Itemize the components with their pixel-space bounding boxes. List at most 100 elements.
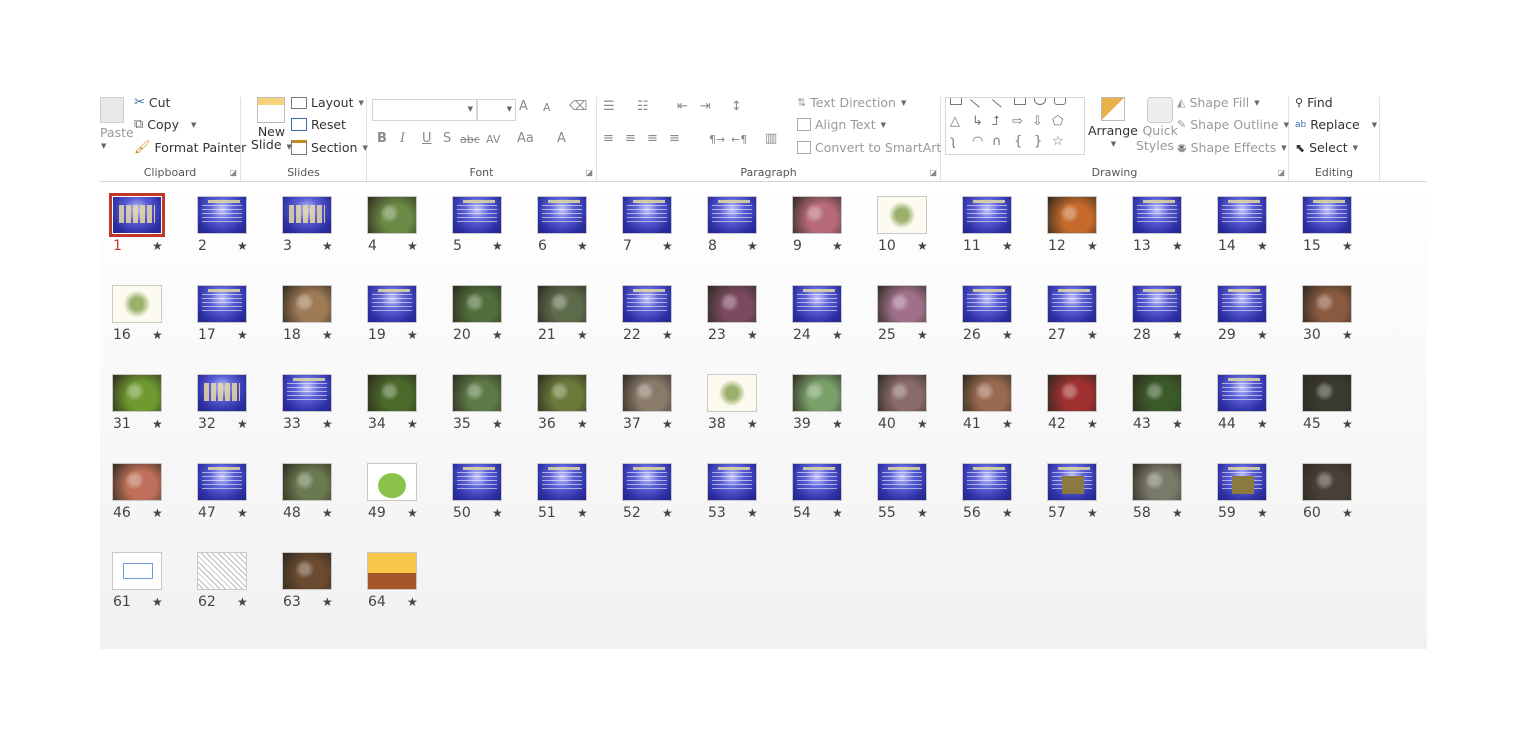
slide-thumbnail-cell[interactable]: 26 ★ xyxy=(950,271,1020,343)
slide-thumbnail-cell[interactable]: 31 ★ xyxy=(100,360,170,432)
transition-star-icon[interactable]: ★ xyxy=(492,506,503,520)
transition-star-icon[interactable]: ★ xyxy=(237,239,248,253)
transition-star-icon[interactable]: ★ xyxy=(152,506,163,520)
slide-thumbnail-cell[interactable]: 23 ★ xyxy=(695,271,765,343)
slide-thumbnail-cell[interactable]: 22 ★ xyxy=(610,271,680,343)
transition-star-icon[interactable]: ★ xyxy=(1172,328,1183,342)
slide-thumbnail-cell[interactable]: 25 ★ xyxy=(865,271,935,343)
rtl-icon[interactable]: ←¶ xyxy=(731,133,747,146)
align-right-icon[interactable]: ≡ xyxy=(647,131,658,146)
italic-button[interactable]: I xyxy=(400,131,405,146)
transition-star-icon[interactable]: ★ xyxy=(1342,417,1353,431)
transition-star-icon[interactable]: ★ xyxy=(1172,417,1183,431)
numbering-icon[interactable]: ☷ xyxy=(637,99,649,114)
transition-star-icon[interactable]: ★ xyxy=(492,417,503,431)
slide-thumbnail-cell[interactable]: 35 ★ xyxy=(440,360,510,432)
paragraph-dialog-launcher-icon[interactable]: ◪ xyxy=(929,168,937,177)
transition-star-icon[interactable]: ★ xyxy=(152,328,163,342)
slide-thumbnail[interactable] xyxy=(1302,463,1352,501)
transition-star-icon[interactable]: ★ xyxy=(1257,506,1268,520)
slide-thumbnail[interactable] xyxy=(197,552,247,590)
snip-rect-shape-icon[interactable]: ⬠ xyxy=(1052,114,1063,129)
slide-thumbnail[interactable] xyxy=(792,374,842,412)
slide-thumbnail[interactable] xyxy=(877,463,927,501)
slide-thumbnail[interactable] xyxy=(962,374,1012,412)
slide-thumbnail[interactable] xyxy=(1132,374,1182,412)
clear-formatting-icon[interactable]: ⌫ xyxy=(569,99,587,114)
slide-thumbnail-cell[interactable]: 12 ★ xyxy=(1035,182,1105,254)
slide-thumbnail-cell[interactable]: 24 ★ xyxy=(780,271,850,343)
slide-thumbnail[interactable] xyxy=(367,552,417,590)
slide-thumbnail-cell[interactable]: 64 ★ xyxy=(355,538,425,610)
slide-thumbnail[interactable] xyxy=(1047,463,1097,501)
slide-thumbnail-cell[interactable]: 3 ★ xyxy=(270,182,340,254)
slide-thumbnail-cell[interactable]: 13 ★ xyxy=(1120,182,1190,254)
slide-thumbnail[interactable] xyxy=(1132,463,1182,501)
slide-thumbnail-cell[interactable]: 39 ★ xyxy=(780,360,850,432)
transition-star-icon[interactable]: ★ xyxy=(407,328,418,342)
slide-thumbnail-cell[interactable]: 36 ★ xyxy=(525,360,595,432)
slide-thumbnail-cell[interactable]: 40 ★ xyxy=(865,360,935,432)
transition-star-icon[interactable]: ★ xyxy=(237,506,248,520)
transition-star-icon[interactable]: ★ xyxy=(577,417,588,431)
slide-thumbnail-cell[interactable]: 20 ★ xyxy=(440,271,510,343)
freeform-shape-icon[interactable]: ʅ xyxy=(950,134,956,149)
slide-thumbnail[interactable] xyxy=(1047,285,1097,323)
shape-fill-button[interactable]: ◭ Shape Fill ▼ xyxy=(1177,95,1260,110)
slide-thumbnail-cell[interactable]: 54 ★ xyxy=(780,449,850,521)
shape-outline-button[interactable]: ✎ Shape Outline ▼ xyxy=(1177,117,1289,132)
transition-star-icon[interactable]: ★ xyxy=(1002,239,1013,253)
slide-thumbnail[interactable] xyxy=(197,463,247,501)
slide-thumbnail[interactable] xyxy=(1047,374,1097,412)
new-slide-button[interactable]: New Slide ▼ xyxy=(251,97,292,152)
slide-thumbnail-cell[interactable]: 6 ★ xyxy=(525,182,595,254)
transition-star-icon[interactable]: ★ xyxy=(747,328,758,342)
justify-icon[interactable]: ≡ xyxy=(669,131,680,146)
transition-star-icon[interactable]: ★ xyxy=(322,595,333,609)
grow-font-button[interactable]: A xyxy=(519,99,528,114)
slide-thumbnail[interactable] xyxy=(792,285,842,323)
slide-thumbnail-cell[interactable]: 21 ★ xyxy=(525,271,595,343)
arc-shape-icon[interactable]: ◠ xyxy=(972,134,983,149)
slide-thumbnail[interactable] xyxy=(282,463,332,501)
transition-star-icon[interactable]: ★ xyxy=(1257,417,1268,431)
cut-button[interactable]: ✂ Cut xyxy=(134,95,170,110)
slide-thumbnail-cell[interactable]: 37 ★ xyxy=(610,360,680,432)
slide-thumbnail-cell[interactable]: 47 ★ xyxy=(185,449,255,521)
transition-star-icon[interactable]: ★ xyxy=(1342,328,1353,342)
rectangle-shape-icon[interactable] xyxy=(1014,98,1026,105)
slide-thumbnail-cell[interactable]: 53 ★ xyxy=(695,449,765,521)
transition-star-icon[interactable]: ★ xyxy=(237,417,248,431)
transition-star-icon[interactable]: ★ xyxy=(407,417,418,431)
strikethrough-button[interactable]: abc xyxy=(460,133,480,146)
slide-thumbnail-cell[interactable]: 32 ★ xyxy=(185,360,255,432)
slide-thumbnail[interactable] xyxy=(452,374,502,412)
slide-thumbnail-cell[interactable]: 29 ★ xyxy=(1205,271,1275,343)
transition-star-icon[interactable]: ★ xyxy=(492,328,503,342)
slide-thumbnail[interactable] xyxy=(112,552,162,590)
line-spacing-icon[interactable]: ↕ xyxy=(731,99,742,114)
transition-star-icon[interactable]: ★ xyxy=(577,506,588,520)
slide-thumbnail[interactable] xyxy=(282,552,332,590)
text-direction-button[interactable]: ⇅ Text Direction ▼ xyxy=(797,95,906,110)
transition-star-icon[interactable]: ★ xyxy=(577,239,588,253)
slide-thumbnail-cell[interactable]: 18 ★ xyxy=(270,271,340,343)
slide-thumbnail[interactable] xyxy=(537,374,587,412)
slide-thumbnail-cell[interactable]: 4 ★ xyxy=(355,182,425,254)
convert-smartart-button[interactable]: Convert to SmartArt▼ xyxy=(797,140,952,155)
transition-star-icon[interactable]: ★ xyxy=(747,506,758,520)
arrow-shape-icon[interactable] xyxy=(991,98,1009,108)
slide-thumbnail-cell[interactable]: 7 ★ xyxy=(610,182,680,254)
transition-star-icon[interactable]: ★ xyxy=(1172,506,1183,520)
slide-thumbnail-cell[interactable]: 59 ★ xyxy=(1205,449,1275,521)
slide-thumbnail[interactable] xyxy=(1047,196,1097,234)
transition-star-icon[interactable]: ★ xyxy=(917,506,928,520)
slide-thumbnail[interactable] xyxy=(1217,285,1267,323)
slide-thumbnail[interactable] xyxy=(197,374,247,412)
transition-star-icon[interactable]: ★ xyxy=(322,417,333,431)
slide-thumbnail-cell[interactable]: 45 ★ xyxy=(1290,360,1360,432)
left-brace-shape-icon[interactable]: { xyxy=(1014,134,1022,149)
slide-thumbnail[interactable] xyxy=(452,463,502,501)
transition-star-icon[interactable]: ★ xyxy=(322,506,333,520)
slide-thumbnail[interactable] xyxy=(622,285,672,323)
